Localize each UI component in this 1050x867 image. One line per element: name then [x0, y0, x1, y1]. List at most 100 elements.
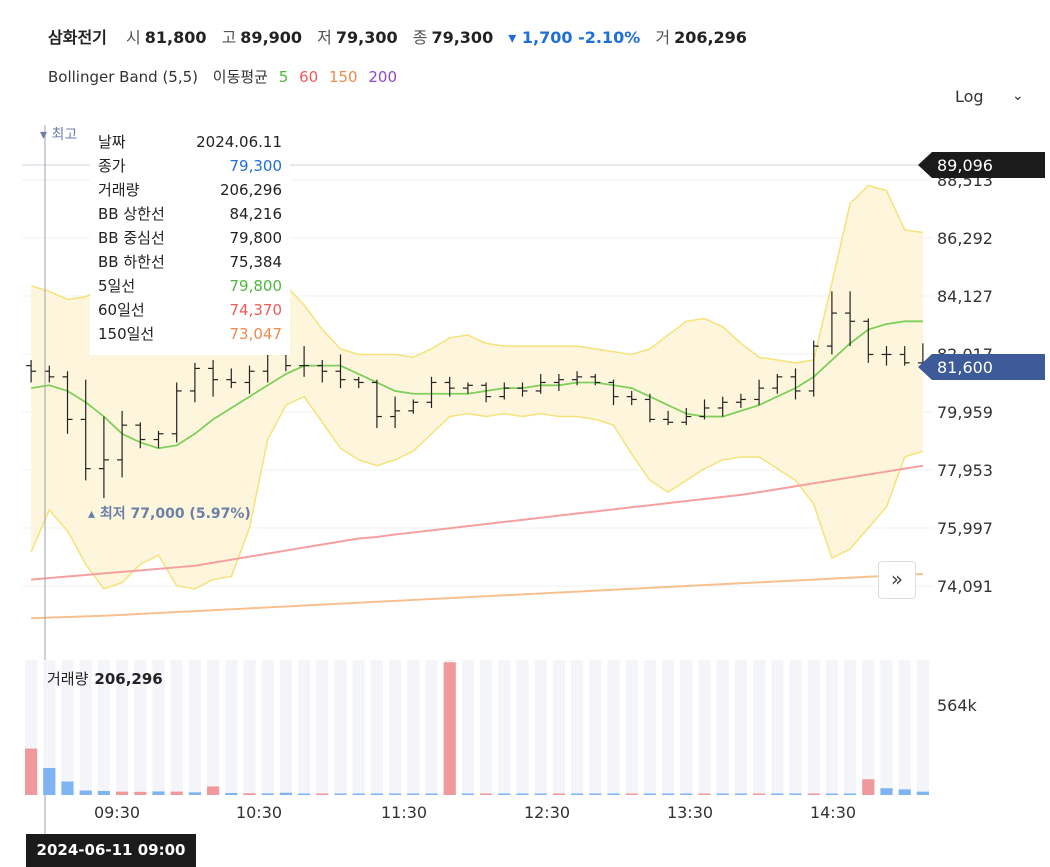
tooltip-key: 종가 [98, 157, 126, 175]
volume-bg [243, 660, 256, 795]
tooltip-key: BB 하한선 [98, 253, 165, 271]
volume-bar [771, 793, 784, 795]
y-tick-label: 79,959 [937, 403, 993, 422]
volume-bg [698, 660, 711, 795]
volume-bar [607, 793, 620, 795]
volume-bar [243, 793, 256, 795]
crosshair-tooltip: 날짜 2024.06.11 종가 79,300 거래량 206,296 BB 상한선 84,2… [90, 130, 290, 355]
x-tick-label: 13:30 [667, 803, 713, 822]
volume-bar [753, 793, 766, 795]
volume-bar [316, 793, 329, 795]
tooltip-value: 79,300 [229, 157, 283, 175]
tooltip-key: 60일선 [98, 301, 145, 319]
tooltip-row: BB 하한선 75,384 [90, 250, 290, 274]
volume-bg [880, 660, 893, 795]
volume-bar [188, 792, 201, 795]
tooltip-row: 150일선 73,047 [90, 322, 290, 346]
tooltip-value: 206,296 [219, 181, 282, 199]
volume-bar [734, 793, 747, 795]
y-tick-label: 74,091 [937, 577, 993, 596]
volume-bg [480, 660, 493, 795]
volume-bar [480, 793, 493, 795]
x-tick-label: 12:30 [524, 803, 570, 822]
tooltip-key: 거래량 [98, 181, 140, 199]
tooltip-value: 79,800 [229, 277, 283, 295]
tooltip-row: 날짜 2024.06.11 [90, 130, 290, 154]
tooltip-value: 79,800 [229, 229, 283, 247]
tooltip-value: 84,216 [229, 205, 283, 223]
volume-bar [352, 793, 365, 795]
volume-bar [279, 792, 292, 795]
tooltip-row: 5일선 79,800 [90, 274, 290, 298]
volume-bg [261, 660, 274, 795]
volume-bar [862, 779, 875, 795]
volume-panel-label: 거래량 206,296 [47, 668, 163, 689]
y-tick-label: 86,292 [937, 229, 993, 248]
volume-bar [207, 786, 220, 795]
tooltip-value: 2024.06.11 [196, 133, 282, 151]
volume-bg [370, 660, 383, 795]
volume-bg [680, 660, 693, 795]
x-tick-label: 10:30 [236, 803, 282, 822]
tooltip-key: 날짜 [98, 133, 126, 151]
volume-bg [844, 660, 857, 795]
volume-bar [807, 793, 820, 795]
volume-bg [643, 660, 656, 795]
volume-bar [916, 791, 929, 795]
volume-bg [571, 660, 584, 795]
volume-bar [407, 793, 420, 795]
high-marker-text: 89,096 [937, 156, 993, 175]
volume-bar [116, 791, 129, 795]
volume-bg [316, 660, 329, 795]
volume-bg [771, 660, 784, 795]
volume-panel-value: 206,296 [94, 670, 163, 688]
volume-bar [370, 793, 383, 795]
volume-bar [425, 793, 438, 795]
volume-bg [734, 660, 747, 795]
volume-bar [389, 793, 402, 795]
volume-bg [425, 660, 438, 795]
volume-bar [552, 793, 565, 795]
volume-bar [571, 793, 584, 795]
volume-bar [61, 781, 74, 795]
x-tick-label: 11:30 [381, 803, 427, 822]
volume-bar [534, 793, 547, 795]
max-annotation: ▾ 최고 [40, 127, 77, 143]
scroll-right-button[interactable]: » [878, 561, 916, 599]
volume-bar [825, 793, 838, 795]
volume-bar [97, 790, 110, 795]
volume-bar [261, 793, 274, 795]
volume-bar [589, 793, 602, 795]
volume-bar [43, 768, 56, 795]
volume-bg [516, 660, 529, 795]
volume-bg [807, 660, 820, 795]
tooltip-key: BB 중심선 [98, 229, 165, 247]
volume-bg [279, 660, 292, 795]
volume-bg [498, 660, 511, 795]
volume-bar [461, 793, 474, 795]
volume-bg [534, 660, 547, 795]
y-tick-label: 77,953 [937, 461, 993, 480]
volume-bar [170, 791, 183, 795]
volume-bg [298, 660, 311, 795]
volume-bg [407, 660, 420, 795]
volume-bg [753, 660, 766, 795]
volume-bg [625, 660, 638, 795]
volume-bar [716, 793, 729, 795]
y-tick-label: 75,997 [937, 519, 993, 538]
volume-bg [916, 660, 929, 795]
volume-tick-label: 564k [937, 696, 978, 715]
volume-bg [789, 660, 802, 795]
volume-bar [79, 790, 92, 795]
tooltip-row: 거래량 206,296 [90, 178, 290, 202]
tooltip-row: 60일선 74,370 [90, 298, 290, 322]
x-tick-label: 09:30 [94, 803, 140, 822]
volume-bar [698, 793, 711, 795]
volume-bg [207, 660, 220, 795]
tooltip-key: BB 상한선 [98, 205, 165, 223]
volume-bar [880, 788, 893, 795]
tooltip-value: 74,370 [229, 301, 283, 319]
y-tick-label: 84,127 [937, 287, 993, 306]
volume-bg [188, 660, 201, 795]
volume-bar [225, 792, 238, 795]
